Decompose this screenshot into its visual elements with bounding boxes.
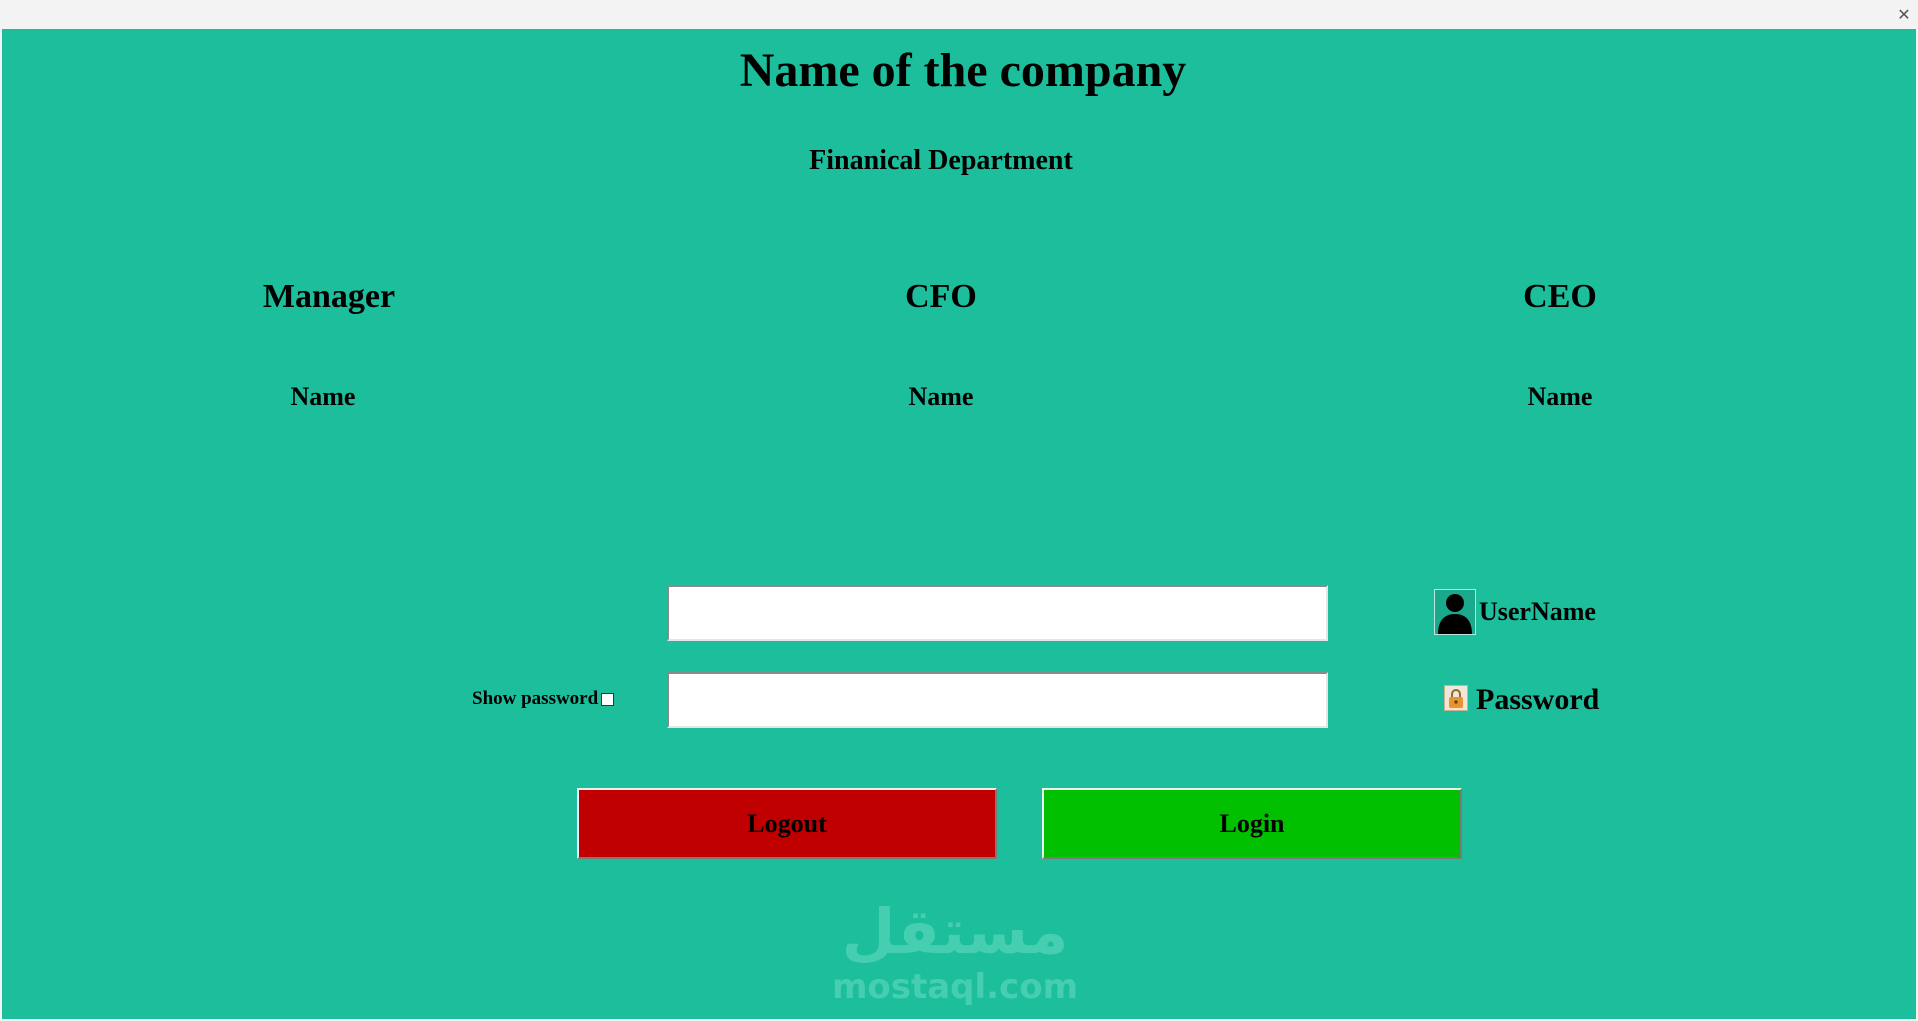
user-icon	[1434, 589, 1476, 635]
username-input[interactable]	[667, 585, 1328, 641]
title-bar: ✕	[0, 0, 1918, 28]
logout-button[interactable]: Logout	[577, 788, 997, 859]
role-cfo-title: CFO	[905, 278, 977, 315]
role-manager-name: Name	[290, 382, 356, 411]
role-ceo-name: Name	[1527, 382, 1593, 411]
watermark-arabic: مستقل	[841, 895, 1069, 968]
role-ceo-title: CEO	[1523, 278, 1597, 315]
show-password-label: Show password	[472, 688, 599, 709]
password-label: Password	[1476, 683, 1600, 716]
password-input[interactable]	[667, 672, 1328, 728]
show-password-toggle[interactable]: Show password	[472, 688, 615, 710]
username-label: UserName	[1479, 597, 1596, 626]
close-button[interactable]: ✕	[1890, 0, 1918, 28]
role-manager-title: Manager	[262, 278, 396, 315]
login-button[interactable]: Login	[1042, 788, 1462, 859]
close-icon: ✕	[1897, 4, 1911, 24]
company-title: Name of the company	[739, 44, 1187, 97]
department-title: Finanical Department	[809, 145, 1073, 176]
show-password-checkbox[interactable]	[601, 692, 615, 706]
watermark-latin: mostaql.com	[831, 967, 1079, 1007]
role-cfo-name: Name	[908, 382, 974, 411]
lock-icon	[1444, 685, 1468, 711]
login-form: Name of the company Finanical Department…	[2, 29, 1916, 1019]
app-window: ✕ Name of the company Finanical Departme…	[0, 0, 1918, 1021]
watermark-logo: مستقل mostaql.com	[805, 895, 1105, 1005]
